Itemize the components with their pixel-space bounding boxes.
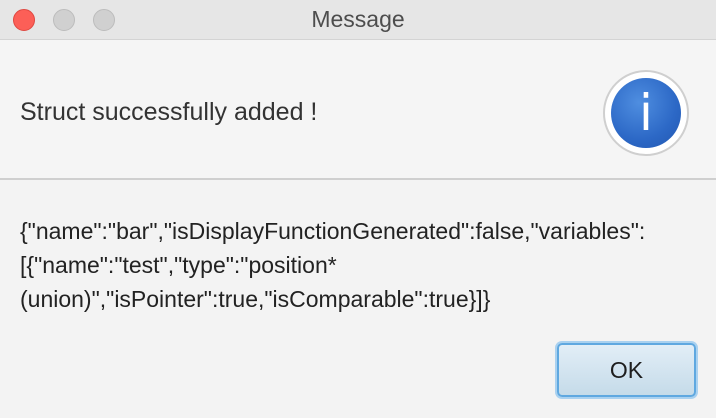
ok-button[interactable]: OK — [557, 343, 696, 397]
dialog-content-text: {"name":"bar","isDisplayFunctionGenerate… — [20, 218, 646, 312]
header-message: Struct successfully added ! — [20, 98, 318, 126]
info-icon: i — [603, 70, 689, 156]
info-icon-glyph: i — [611, 78, 681, 148]
title-bar: Message — [0, 0, 716, 40]
dialog-header: Struct successfully added ! i — [0, 40, 716, 180]
window-title: Message — [311, 6, 405, 32]
message-dialog: Message Struct successfully added ! i {"… — [0, 0, 716, 418]
